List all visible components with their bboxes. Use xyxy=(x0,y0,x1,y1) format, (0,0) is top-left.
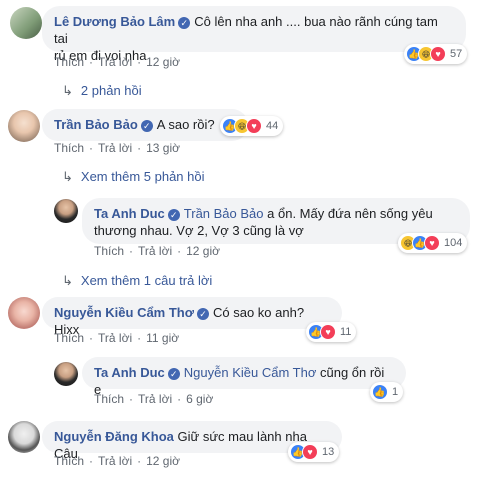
verified-badge-icon: ✓ xyxy=(167,368,180,380)
like-link[interactable]: Thích xyxy=(54,454,84,468)
reaction-count: 57 xyxy=(450,48,463,60)
love-reaction-icon: ♥ xyxy=(246,118,262,134)
verified-badge-icon: ✓ xyxy=(140,120,153,132)
avatar[interactable] xyxy=(54,199,78,223)
comment-author[interactable]: Lê Dương Bảo Lâm xyxy=(54,14,175,29)
reply-link[interactable]: Trả lời xyxy=(98,141,132,155)
verified-badge-icon: ✓ xyxy=(196,308,209,320)
avatar[interactable] xyxy=(8,110,40,142)
verified-badge-icon: ✓ xyxy=(178,17,191,29)
comment-actions: Thích · Trả lời · 12 giờ xyxy=(54,454,180,468)
like-link[interactable]: Thích xyxy=(94,392,124,406)
comment-author[interactable]: Nguyễn Đăng Khoa xyxy=(54,429,174,444)
reply-link[interactable]: Trả lời xyxy=(138,392,172,406)
comment-bubble: Lê Dương Bảo Lâm ✓ Cô lên nha anh .... bua… xyxy=(42,6,466,63)
comment-actions: Thích · Trả lời · 12 giờ xyxy=(54,55,180,69)
love-reaction-icon: ♥ xyxy=(302,444,318,460)
reply-link[interactable]: Trả lời xyxy=(98,55,132,69)
like-link[interactable]: Thích xyxy=(54,55,84,69)
reaction-summary[interactable]: 👍 😆 ♥ 44 xyxy=(220,116,284,136)
like-link[interactable]: Thích xyxy=(94,244,124,258)
timestamp[interactable]: 11 giờ xyxy=(146,331,179,345)
reply-arrow-icon: ↳ xyxy=(62,169,73,184)
reply-arrow-icon: ↳ xyxy=(62,83,73,98)
love-reaction-icon: ♥ xyxy=(424,235,440,251)
comment-text-continued: thương nhau. Vợ 2, Vợ 3 cũng là vợ xyxy=(94,223,304,238)
reaction-summary[interactable]: 👍 😆 ♥ 57 xyxy=(404,44,468,64)
comment-actions: Thích · Trả lời · 13 giờ xyxy=(54,141,180,155)
comment-actions: Thích · Trả lời · 12 giờ xyxy=(94,244,220,258)
comment-text: A sao rồi? xyxy=(156,117,215,132)
comment-actions: Thích · Trả lời · 6 giờ xyxy=(94,392,214,406)
timestamp[interactable]: 13 giờ xyxy=(146,141,180,155)
reply-link[interactable]: Trả lời xyxy=(138,244,172,258)
comment-bubble: Nguyễn Kiều Cẩm Thơ ✓ Có sao ko anh? Hixx xyxy=(42,297,342,337)
like-reaction-icon: 👍 xyxy=(372,384,388,400)
reaction-count: 11 xyxy=(340,326,352,338)
view-more-replies-link[interactable]: ↳ Xem thêm 5 phản hồi xyxy=(62,169,204,185)
love-reaction-icon: ♥ xyxy=(320,324,336,340)
mentioned-user[interactable]: Trần Bảo Bảo xyxy=(184,206,264,221)
timestamp[interactable]: 6 giờ xyxy=(186,392,213,406)
like-link[interactable]: Thích xyxy=(54,141,84,155)
reply-arrow-icon: ↳ xyxy=(62,273,73,288)
love-reaction-icon: ♥ xyxy=(430,46,446,62)
reply-bubble: Ta Anh Duc ✓ Nguyễn Kiều Cẩm Thơ cũng ổn r… xyxy=(82,357,406,397)
view-more-replies-link[interactable]: ↳ Xem thêm 1 câu trả lời xyxy=(62,273,212,289)
reply-link[interactable]: Trả lời xyxy=(98,454,132,468)
reaction-summary[interactable]: 👍 ♥ 11 xyxy=(306,322,357,342)
reaction-summary[interactable]: 😆 👍 ♥ 104 xyxy=(398,233,468,253)
avatar[interactable] xyxy=(8,421,40,453)
comment-author[interactable]: Ta Anh Duc xyxy=(94,206,165,221)
avatar[interactable] xyxy=(10,7,42,39)
reaction-count: 13 xyxy=(322,446,335,458)
reaction-count: 44 xyxy=(266,120,279,132)
avatar[interactable] xyxy=(8,297,40,329)
comment-text: a ổn. Mấy đứa nên sống yêu xyxy=(267,206,433,221)
avatar[interactable] xyxy=(54,362,78,386)
timestamp[interactable]: 12 giờ xyxy=(146,454,180,468)
reaction-summary[interactable]: 👍 1 xyxy=(370,382,404,402)
view-replies-link[interactable]: ↳ 2 phản hồi xyxy=(62,83,142,99)
timestamp[interactable]: 12 giờ xyxy=(186,244,220,258)
like-link[interactable]: Thích xyxy=(54,331,84,345)
comment-author[interactable]: Ta Anh Duc xyxy=(94,365,165,380)
verified-badge-icon: ✓ xyxy=(167,209,180,221)
comment-actions: Thích · Trả lời · 11 giờ xyxy=(54,331,180,345)
timestamp[interactable]: 12 giờ xyxy=(146,55,180,69)
reply-link[interactable]: Trả lời xyxy=(98,331,132,345)
comment-author[interactable]: Trần Bảo Bảo xyxy=(54,117,138,132)
reaction-count: 104 xyxy=(444,237,463,249)
reaction-count: 1 xyxy=(392,386,399,398)
comment-author[interactable]: Nguyễn Kiều Cẩm Thơ xyxy=(54,305,194,320)
comment-bubble: Trần Bảo Bảo ✓ A sao rồi? xyxy=(42,109,248,141)
reaction-summary[interactable]: 👍 ♥ 13 xyxy=(288,442,340,462)
mentioned-user[interactable]: Nguyễn Kiều Cẩm Thơ xyxy=(184,365,317,380)
